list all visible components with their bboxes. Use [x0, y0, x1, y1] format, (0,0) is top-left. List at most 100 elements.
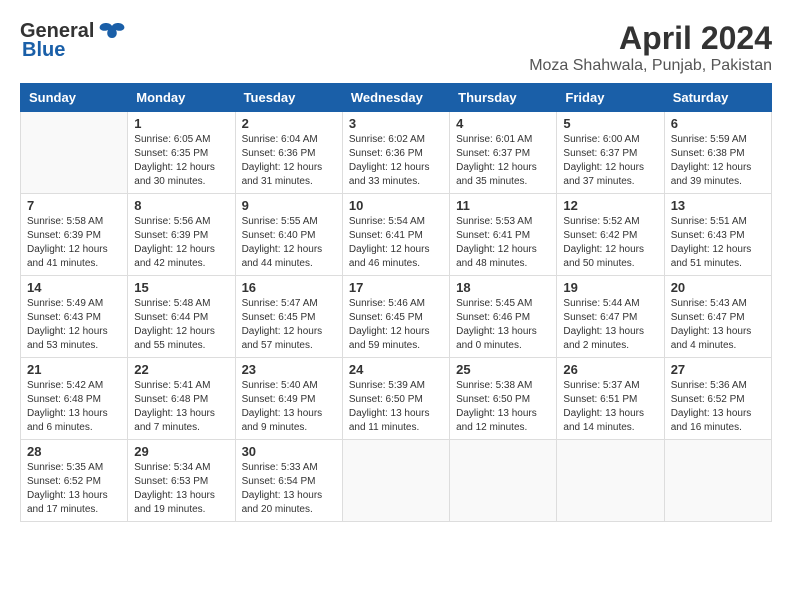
- day-number: 15: [134, 280, 228, 295]
- day-number: 18: [456, 280, 550, 295]
- day-number: 7: [27, 198, 121, 213]
- day-number: 17: [349, 280, 443, 295]
- calendar-cell: 6 Sunrise: 5:59 AMSunset: 6:38 PMDaylight…: [664, 112, 771, 194]
- calendar-cell: 9 Sunrise: 5:55 AMSunset: 6:40 PMDaylight…: [235, 194, 342, 276]
- logo-bird-icon: [98, 22, 126, 42]
- calendar-cell: [664, 440, 771, 522]
- day-number: 13: [671, 198, 765, 213]
- calendar-cell: 24 Sunrise: 5:39 AMSunset: 6:50 PMDayligh…: [342, 358, 449, 440]
- day-number: 22: [134, 362, 228, 377]
- calendar-cell: 16 Sunrise: 5:47 AMSunset: 6:45 PMDayligh…: [235, 276, 342, 358]
- day-info: Sunrise: 5:37 AMSunset: 6:51 PMDaylight:…: [563, 379, 657, 435]
- calendar-cell: 3 Sunrise: 6:02 AMSunset: 6:36 PMDaylight…: [342, 112, 449, 194]
- day-number: 30: [242, 444, 336, 459]
- day-number: 6: [671, 116, 765, 131]
- calendar-cell: 7Sunrise: 5:58 AMSunset: 6:39 PMDaylight…: [21, 194, 128, 276]
- day-info: Sunrise: 5:34 AMSunset: 6:53 PMDaylight:…: [134, 461, 228, 517]
- day-number: 26: [563, 362, 657, 377]
- day-number: 9: [242, 198, 336, 213]
- day-number: 21: [27, 362, 121, 377]
- day-number: 20: [671, 280, 765, 295]
- day-number: 11: [456, 198, 550, 213]
- calendar-header-row: SundayMondayTuesdayWednesdayThursdayFrid…: [21, 84, 772, 112]
- day-info: Sunrise: 5:59 AMSunset: 6:38 PMDaylight:…: [671, 133, 765, 189]
- calendar-cell: [342, 440, 449, 522]
- calendar-day-header: Friday: [557, 84, 664, 112]
- day-number: 19: [563, 280, 657, 295]
- calendar-day-header: Thursday: [450, 84, 557, 112]
- calendar-cell: [557, 440, 664, 522]
- day-info: Sunrise: 5:56 AMSunset: 6:39 PMDaylight:…: [134, 215, 228, 271]
- calendar-week-row: 1Sunrise: 6:05 AMSunset: 6:35 PMDaylight…: [21, 112, 772, 194]
- calendar-cell: 10Sunrise: 5:54 AMSunset: 6:41 PMDayligh…: [342, 194, 449, 276]
- day-info: Sunrise: 5:44 AMSunset: 6:47 PMDaylight:…: [563, 297, 657, 353]
- calendar-cell: 14 Sunrise: 5:49 AMSunset: 6:43 PMDayligh…: [21, 276, 128, 358]
- day-info: Sunrise: 5:46 AMSunset: 6:45 PMDaylight:…: [349, 297, 443, 353]
- day-number: 8: [134, 198, 228, 213]
- calendar-cell: [450, 440, 557, 522]
- day-number: 3: [349, 116, 443, 131]
- day-info: Sunrise: 5:38 AMSunset: 6:50 PMDaylight:…: [456, 379, 550, 435]
- day-info: Sunrise: 5:53 AMSunset: 6:41 PMDaylight:…: [456, 215, 550, 271]
- calendar-cell: 13Sunrise: 5:51 AMSunset: 6:43 PMDayligh…: [664, 194, 771, 276]
- day-info: Sunrise: 5:54 AMSunset: 6:41 PMDaylight:…: [349, 215, 443, 271]
- day-info: Sunrise: 5:48 AMSunset: 6:44 PMDaylight:…: [134, 297, 228, 353]
- calendar-cell: 5 Sunrise: 6:00 AMSunset: 6:37 PMDaylight…: [557, 112, 664, 194]
- title-section: April 2024 Moza Shahwala, Punjab, Pakist…: [529, 20, 772, 75]
- day-info: Sunrise: 5:45 AMSunset: 6:46 PMDaylight:…: [456, 297, 550, 353]
- calendar-cell: 2 Sunrise: 6:04 AMSunset: 6:36 PMDaylight…: [235, 112, 342, 194]
- calendar-cell: 30 Sunrise: 5:33 AMSunset: 6:54 PMDayligh…: [235, 440, 342, 522]
- day-number: 2: [242, 116, 336, 131]
- calendar-cell: 29 Sunrise: 5:34 AMSunset: 6:53 PMDayligh…: [128, 440, 235, 522]
- day-info: Sunrise: 5:35 AMSunset: 6:52 PMDaylight:…: [27, 461, 121, 517]
- day-info: Sunrise: 6:04 AMSunset: 6:36 PMDaylight:…: [242, 133, 336, 189]
- calendar-day-header: Monday: [128, 84, 235, 112]
- page-header: General Blue April 2024 Moza Shahwala, P…: [20, 20, 772, 75]
- day-number: 4: [456, 116, 550, 131]
- day-info: Sunrise: 5:41 AMSunset: 6:48 PMDaylight:…: [134, 379, 228, 435]
- day-number: 29: [134, 444, 228, 459]
- day-number: 16: [242, 280, 336, 295]
- calendar-day-header: Wednesday: [342, 84, 449, 112]
- day-info: Sunrise: 6:02 AMSunset: 6:36 PMDaylight:…: [349, 133, 443, 189]
- day-info: Sunrise: 5:36 AMSunset: 6:52 PMDaylight:…: [671, 379, 765, 435]
- day-number: 1: [134, 116, 228, 131]
- calendar-day-header: Tuesday: [235, 84, 342, 112]
- page-title: April 2024: [529, 20, 772, 57]
- calendar-week-row: 28Sunrise: 5:35 AMSunset: 6:52 PMDayligh…: [21, 440, 772, 522]
- calendar-cell: 28Sunrise: 5:35 AMSunset: 6:52 PMDayligh…: [21, 440, 128, 522]
- day-number: 27: [671, 362, 765, 377]
- calendar-cell: 15 Sunrise: 5:48 AMSunset: 6:44 PMDayligh…: [128, 276, 235, 358]
- day-info: Sunrise: 5:43 AMSunset: 6:47 PMDaylight:…: [671, 297, 765, 353]
- calendar-cell: 25 Sunrise: 5:38 AMSunset: 6:50 PMDayligh…: [450, 358, 557, 440]
- calendar-cell: 18 Sunrise: 5:45 AMSunset: 6:46 PMDayligh…: [450, 276, 557, 358]
- calendar-week-row: 7Sunrise: 5:58 AMSunset: 6:39 PMDaylight…: [21, 194, 772, 276]
- calendar-cell: 8 Sunrise: 5:56 AMSunset: 6:39 PMDaylight…: [128, 194, 235, 276]
- day-number: 5: [563, 116, 657, 131]
- day-number: 25: [456, 362, 550, 377]
- calendar-cell: 27 Sunrise: 5:36 AMSunset: 6:52 PMDayligh…: [664, 358, 771, 440]
- day-info: Sunrise: 5:55 AMSunset: 6:40 PMDaylight:…: [242, 215, 336, 271]
- calendar-cell: 11 Sunrise: 5:53 AMSunset: 6:41 PMDayligh…: [450, 194, 557, 276]
- calendar-cell: 26 Sunrise: 5:37 AMSunset: 6:51 PMDayligh…: [557, 358, 664, 440]
- day-info: Sunrise: 5:39 AMSunset: 6:50 PMDaylight:…: [349, 379, 443, 435]
- day-info: Sunrise: 5:40 AMSunset: 6:49 PMDaylight:…: [242, 379, 336, 435]
- day-number: 14: [27, 280, 121, 295]
- calendar-cell: 21Sunrise: 5:42 AMSunset: 6:48 PMDayligh…: [21, 358, 128, 440]
- page-subtitle: Moza Shahwala, Punjab, Pakistan: [529, 57, 772, 75]
- logo: General Blue: [20, 20, 126, 62]
- calendar-day-header: Sunday: [21, 84, 128, 112]
- day-number: 23: [242, 362, 336, 377]
- day-info: Sunrise: 5:49 AMSunset: 6:43 PMDaylight:…: [27, 297, 121, 353]
- calendar-cell: 22 Sunrise: 5:41 AMSunset: 6:48 PMDayligh…: [128, 358, 235, 440]
- day-info: Sunrise: 6:00 AMSunset: 6:37 PMDaylight:…: [563, 133, 657, 189]
- calendar-day-header: Saturday: [664, 84, 771, 112]
- calendar-cell: 17 Sunrise: 5:46 AMSunset: 6:45 PMDayligh…: [342, 276, 449, 358]
- calendar-cell: [21, 112, 128, 194]
- calendar-cell: 1Sunrise: 6:05 AMSunset: 6:35 PMDaylight…: [128, 112, 235, 194]
- day-number: 24: [349, 362, 443, 377]
- day-info: Sunrise: 6:01 AMSunset: 6:37 PMDaylight:…: [456, 133, 550, 189]
- day-info: Sunrise: 5:33 AMSunset: 6:54 PMDaylight:…: [242, 461, 336, 517]
- calendar-cell: 12Sunrise: 5:52 AMSunset: 6:42 PMDayligh…: [557, 194, 664, 276]
- day-info: Sunrise: 5:47 AMSunset: 6:45 PMDaylight:…: [242, 297, 336, 353]
